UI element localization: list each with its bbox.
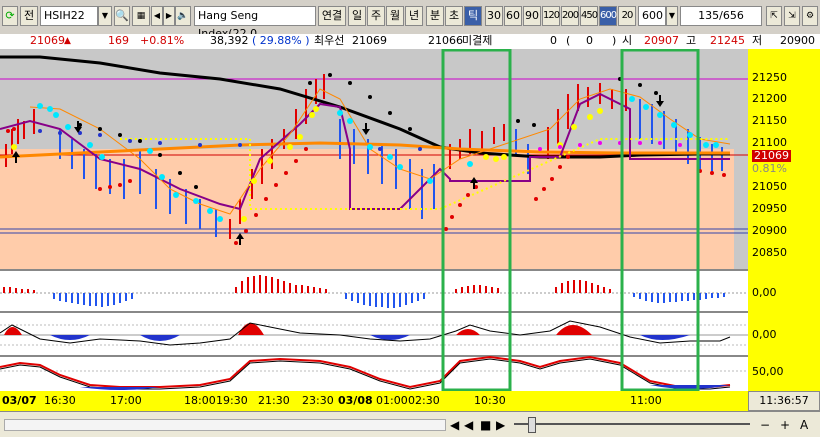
volume-ratio: ( 29.88% ) <box>252 34 310 47</box>
period-year[interactable]: 년 <box>405 6 423 26</box>
current-price-tag: 21069 <box>752 149 791 162</box>
current-price: 21069 <box>30 34 65 47</box>
current-percent-tag: 0.81% <box>752 162 787 175</box>
collapse-icon[interactable]: ⇱ <box>766 6 782 26</box>
y-tick: 21250 <box>752 71 787 84</box>
font-size-button[interactable]: A <box>800 418 808 432</box>
interval-select[interactable]: 600 <box>638 6 666 26</box>
period-minute[interactable]: 분 <box>426 6 444 26</box>
osc1-zero-tick: 0,00 <box>752 286 777 299</box>
x-tick: 10:30 <box>474 394 506 407</box>
y-tick: 20900 <box>752 224 787 237</box>
clock-display: 11:36:57 <box>748 391 820 411</box>
osc3-mid-tick: 50,00 <box>752 365 784 378</box>
period-month[interactable]: 월 <box>386 6 404 26</box>
unfilled-change: 0 <box>586 34 593 47</box>
interval-90[interactable]: 90 <box>523 6 541 26</box>
speaker-icon[interactable]: 🔈 <box>175 6 191 26</box>
expand-icon[interactable]: ⇲ <box>784 6 800 26</box>
y-tick: 21150 <box>752 114 787 127</box>
x-tick: 21:30 <box>258 394 290 407</box>
interval-120[interactable]: 120 <box>542 6 560 26</box>
y-tick: 21200 <box>752 92 787 105</box>
toolbar: ⟳ 전 HSIH22 ▼ 🔍 ▦ ◀ ▶ 🔈 Hang Seng Index(2… <box>0 0 820 40</box>
interval-600[interactable]: 600 <box>599 6 617 26</box>
price-fill-gray <box>734 49 748 269</box>
change-percent: +0.81% <box>140 34 185 47</box>
low-label: 저 <box>752 34 763 47</box>
x-tick: 01:00 <box>376 394 408 407</box>
interval-60[interactable]: 60 <box>504 6 522 26</box>
refresh-icon[interactable]: ⟳ <box>2 6 18 26</box>
x-tick: 02:30 <box>408 394 440 407</box>
up-arrow-icon: ▲ <box>64 36 71 46</box>
unfilled-label: 미결제 <box>462 34 493 47</box>
change-value: 169 <box>108 34 129 47</box>
high-label: 고 <box>686 34 697 47</box>
settings-icon[interactable]: ⚙ <box>802 6 818 26</box>
zoom-slider[interactable] <box>514 423 750 425</box>
bottom-bar: ◀ ◀ ■ ▶ − + A <box>0 411 820 437</box>
open-price: 20907 <box>644 34 679 47</box>
symbol-dropdown-icon[interactable]: ▼ <box>98 6 112 26</box>
next-symbol-icon[interactable]: ▶ <box>163 6 175 26</box>
osc2-zero-tick: 0,00 <box>752 328 777 341</box>
period-tick[interactable]: 틱 <box>464 6 482 26</box>
scroll-prev-icon[interactable]: ◀ <box>464 418 473 432</box>
best-label: 최우선 <box>314 34 345 47</box>
volume: 38,392 <box>210 34 249 47</box>
symbol-name-field: Hang Seng Index(22.0 <box>194 6 316 40</box>
price-info-bar: 21069 ▲ 169 +0.81% 38,392 ( 29.88% ) 최우선… <box>0 34 820 49</box>
interval-450[interactable]: 450 <box>580 6 598 26</box>
high-price: 21245 <box>710 34 745 47</box>
x-tick: 19:30 <box>216 394 248 407</box>
count-field[interactable]: 135/656 <box>680 6 762 26</box>
unfilled-qty: 0 <box>550 34 557 47</box>
x-tick: 16:30 <box>44 394 76 407</box>
unfilled-paren-close: ) <box>612 34 617 47</box>
play-button[interactable]: ▶ <box>496 418 505 432</box>
continuous-button[interactable]: 연결 <box>318 6 346 26</box>
period-second[interactable]: 초 <box>445 6 463 26</box>
period-day[interactable]: 일 <box>348 6 366 26</box>
scroll-prev-button[interactable]: ◀ <box>450 418 459 432</box>
x-tick: 03/08 <box>338 394 373 407</box>
y-tick: 20850 <box>752 246 787 259</box>
x-tick: 18:00 <box>184 394 216 407</box>
scrollbar-track[interactable] <box>4 419 446 431</box>
zoom-out-button[interactable]: − <box>760 418 770 432</box>
search-icon[interactable]: 🔍 <box>114 6 130 26</box>
x-tick: 11:00 <box>630 394 662 407</box>
best-price: 21069 <box>352 34 387 47</box>
mode-button[interactable]: 전 <box>20 6 38 26</box>
y-tick: 21050 <box>752 180 787 193</box>
osc1-panel-bg <box>0 271 748 311</box>
interval-20[interactable]: 20 <box>618 6 636 26</box>
zoom-slider-thumb[interactable] <box>528 417 536 433</box>
stop-button[interactable]: ■ <box>480 418 491 432</box>
interval-200[interactable]: 200 <box>561 6 579 26</box>
y-tick: 21100 <box>752 136 787 149</box>
zoom-in-button[interactable]: + <box>780 418 790 432</box>
low-price: 20900 <box>780 34 815 47</box>
symbol-input[interactable]: HSIH22 <box>40 6 98 26</box>
unfilled-paren-open: ( <box>566 34 571 47</box>
x-tick: 03/07 <box>2 394 37 407</box>
x-tick: 23:30 <box>302 394 334 407</box>
panel-divider <box>0 269 748 271</box>
interval-dropdown-icon[interactable]: ▼ <box>666 6 678 26</box>
grid-icon[interactable]: ▦ <box>132 6 150 26</box>
y-tick: 20950 <box>752 202 787 215</box>
period-week[interactable]: 주 <box>367 6 385 26</box>
osc2-panel-bg <box>0 313 748 355</box>
open-label: 시 <box>622 34 633 47</box>
x-tick: 17:00 <box>110 394 142 407</box>
chart-canvas[interactable] <box>0 49 820 391</box>
prev-symbol-icon[interactable]: ◀ <box>151 6 163 26</box>
interval-30[interactable]: 30 <box>485 6 503 26</box>
unfilled-price: 21066 <box>428 34 463 47</box>
